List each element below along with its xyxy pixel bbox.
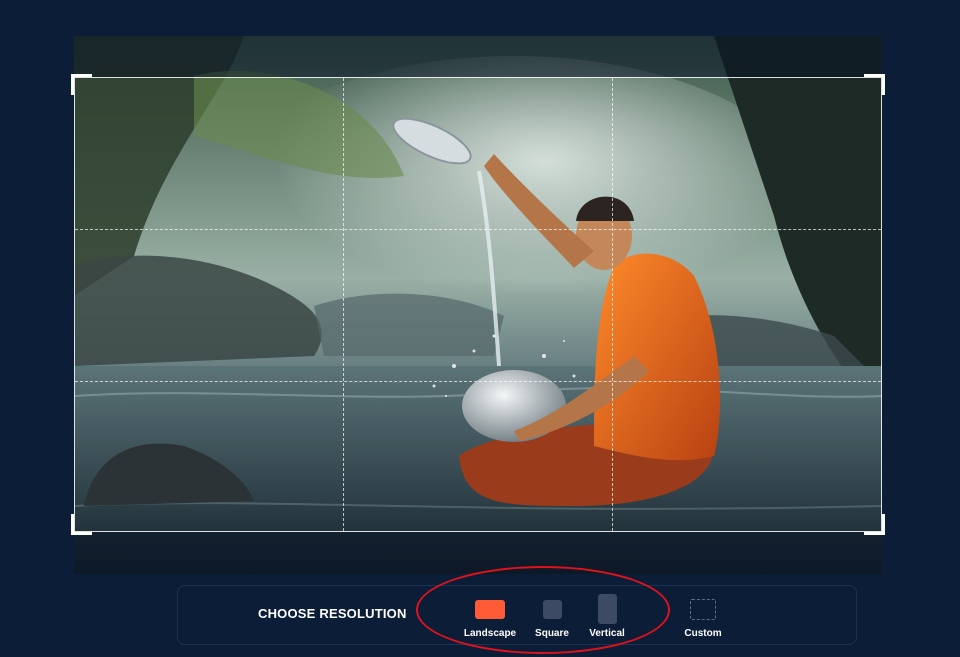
crop-frame[interactable] (71, 74, 885, 535)
vertical-icon (597, 594, 617, 624)
custom-dashed-icon (690, 598, 716, 620)
crop-grid-line (75, 381, 881, 382)
landscape-label: Landscape (463, 628, 517, 639)
landscape-icon (475, 599, 505, 619)
choose-resolution-label: CHOOSE RESOLUTION (258, 606, 407, 621)
crop-handle-bottom-left[interactable] (71, 514, 92, 535)
vertical-label: Vertical (589, 628, 625, 639)
crop-grid-line (75, 229, 881, 230)
crop-handle-top-left[interactable] (71, 74, 92, 95)
vertical-option[interactable]: Vertical (572, 594, 642, 639)
custom-option[interactable]: Custom (668, 594, 738, 639)
crop-handle-top-right[interactable] (864, 74, 885, 95)
square-icon (542, 599, 562, 619)
crop-grid-line (343, 78, 344, 531)
crop-handle-bottom-right[interactable] (864, 514, 885, 535)
crop-grid-line (612, 78, 613, 531)
custom-label: Custom (684, 628, 722, 639)
landscape-option[interactable]: Landscape (455, 594, 525, 639)
resolution-toolbar: CHOOSE RESOLUTION Landscape Square Verti… (177, 585, 857, 645)
